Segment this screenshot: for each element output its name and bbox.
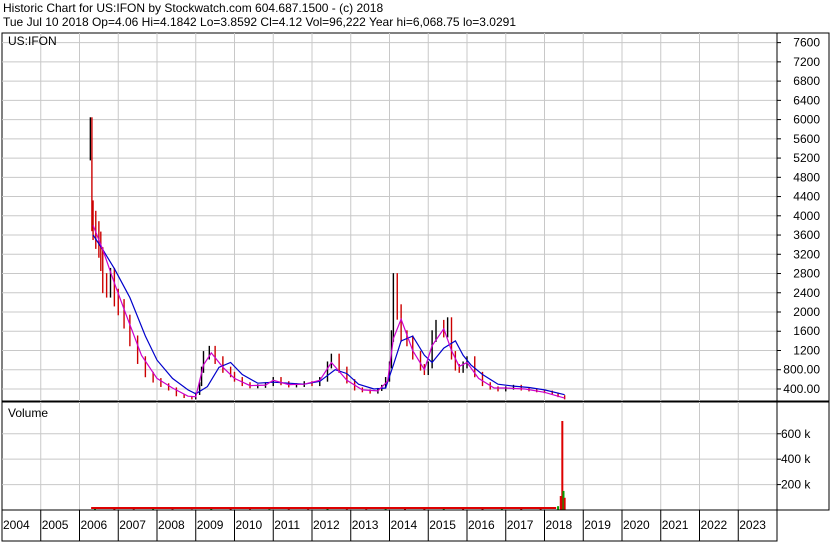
price-y-tick-label: 4800 [793, 170, 820, 184]
price-y-tick-label: 800.00 [783, 363, 820, 377]
x-tick-label: 2023 [739, 518, 766, 532]
x-tick-label: 2013 [352, 518, 379, 532]
price-panel-frame [1, 32, 830, 402]
price-y-tick-label: 6000 [793, 113, 820, 127]
volume-y-tick-label: 600 k [781, 427, 811, 441]
x-tick-label: 2017 [507, 518, 534, 532]
x-tick-label: 2009 [197, 518, 224, 532]
price-panel-label: US:IFON [8, 34, 57, 48]
price-y-tick-label: 5600 [793, 132, 820, 146]
price-y-tick-label: 1200 [793, 343, 820, 357]
price-grid [2, 33, 777, 401]
stock-chart: US:IFON 7600 7200 6800 6400 6000 5600 5200 4800… [1, 32, 830, 542]
price-y-tick-label: 6400 [793, 93, 820, 107]
x-tick-label: 2015 [429, 518, 456, 532]
x-axis: 2004 2005 2006 2007 2008 2009 2010 2011 2012 2013… [1, 509, 778, 542]
x-tick-label: 2014 [391, 518, 418, 532]
x-tick-label: 2012 [313, 518, 340, 532]
x-tick-label: 2010 [236, 518, 263, 532]
price-y-tick-label: 6800 [793, 74, 820, 88]
x-tick-label: 2007 [119, 518, 146, 532]
price-y-tick-label: 7600 [793, 36, 820, 50]
x-tick-label: 2011 [274, 518, 300, 532]
volume-panel-label: Volume [8, 406, 48, 420]
volume-y-tick-label: 400 k [781, 452, 811, 466]
volume-grid [2, 402, 777, 510]
x-tick-label: 2006 [81, 518, 108, 532]
price-y-tick-label: 7200 [793, 55, 820, 69]
x-tick-label: 2005 [42, 518, 69, 532]
volume-panel: Volume 600 k 400 k 200 k [1, 401, 830, 511]
x-tick-label: 2008 [158, 518, 185, 532]
x-tick-label: 2018 [546, 518, 573, 532]
price-y-tick-label: 1600 [793, 324, 820, 338]
price-y-tick-label: 4000 [793, 209, 820, 223]
x-axis-ticks: 2004 2005 2006 2007 2008 2009 2010 2011 2012 2013… [1, 510, 778, 541]
price-y-tick-label: 4400 [793, 190, 820, 204]
price-y-tick-label: 5200 [793, 151, 820, 165]
volume-panel-frame [1, 401, 830, 511]
x-tick-label: 2021 [662, 518, 689, 532]
price-y-tick-label: 3600 [793, 228, 820, 242]
price-y-tick-label: 3200 [793, 247, 820, 261]
x-tick-label: 2019 [584, 518, 611, 532]
price-y-tick-label: 2000 [793, 305, 820, 319]
price-y-tick-label: 2800 [793, 267, 820, 281]
x-tick-label: 2022 [701, 518, 728, 532]
price-y-tick-label: 400.00 [783, 382, 820, 396]
x-tick-label: 2004 [3, 518, 30, 532]
x-tick-label: 2016 [468, 518, 495, 532]
x-tick-label: 2020 [623, 518, 650, 532]
price-panel: US:IFON 7600 7200 6800 6400 6000 5600 5200 4800… [1, 32, 830, 402]
price-y-tick-label: 2400 [793, 286, 820, 300]
volume-y-axis: 600 k 400 k 200 k [777, 427, 811, 492]
volume-y-tick-label: 200 k [781, 478, 811, 492]
